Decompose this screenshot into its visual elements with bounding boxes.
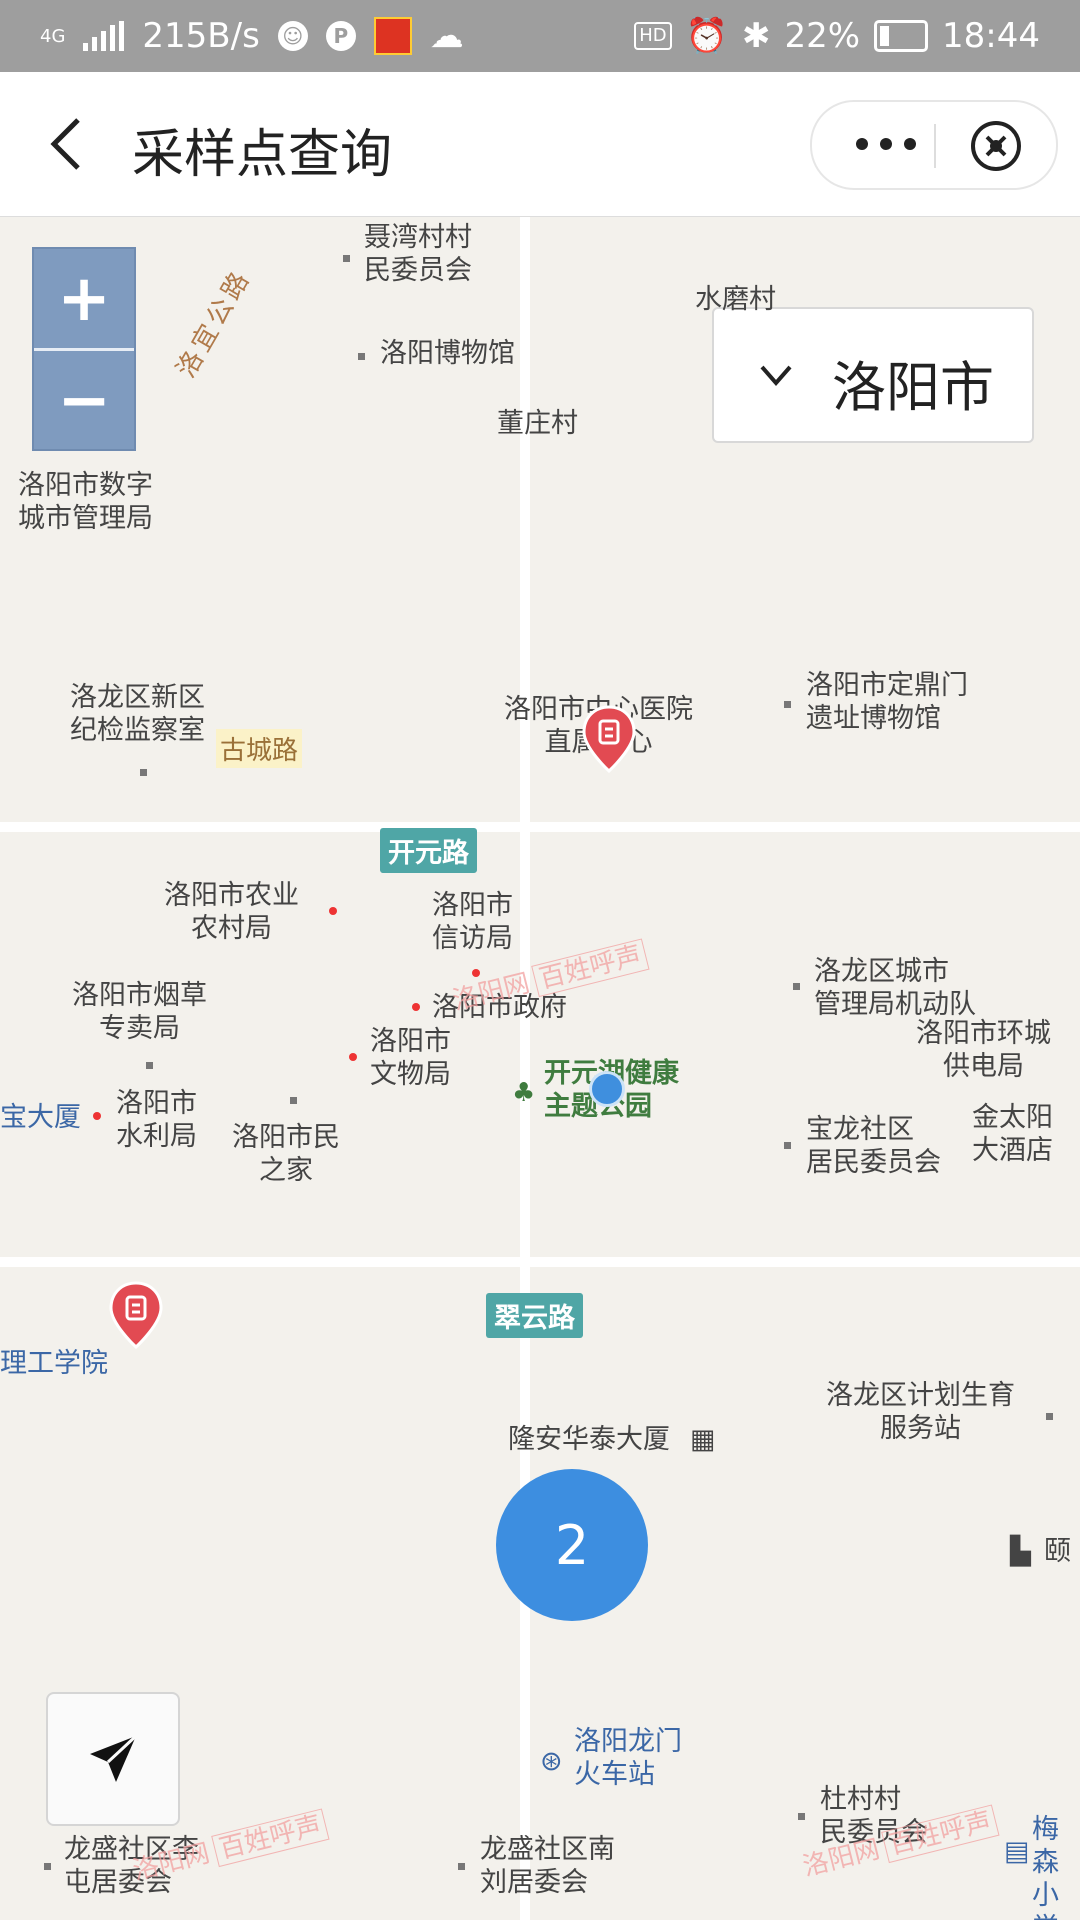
network-speed: 215B/s <box>142 16 260 56</box>
poi-dot <box>290 1097 297 1104</box>
close-button[interactable] <box>968 118 1024 174</box>
road-label: 翠云路 <box>486 1293 583 1338</box>
parking-icon: P <box>325 21 356 51</box>
poi-label: 颐 <box>1044 1536 1071 1567</box>
poi-dot <box>44 1863 51 1870</box>
poi-dot <box>93 1112 101 1120</box>
mini-program-capsule <box>810 100 1058 190</box>
chevron-left-icon <box>50 118 80 170</box>
park-icon: ♣ <box>512 1078 536 1108</box>
nav-bar: 采样点查询 <box>0 72 1080 217</box>
page-title: 采样点查询 <box>132 125 393 185</box>
poi-dot <box>140 769 147 776</box>
city-dropdown[interactable]: 洛阳市 <box>712 307 1034 443</box>
poi-dot <box>784 1142 791 1149</box>
capsule-divider <box>934 124 936 168</box>
train-station-icon: ⊛ <box>540 1746 563 1777</box>
poi-label: 洛龙区新区 纪检监察室 <box>70 682 205 746</box>
poi-dot <box>458 1863 465 1870</box>
poi-label: 洛龙区计划生育 服务站 <box>826 1380 1015 1444</box>
poi-label: 金太阳 大酒店 <box>972 1102 1053 1166</box>
navigation-arrow-icon <box>90 1734 138 1782</box>
map-road <box>520 217 530 1920</box>
poi-label: 董庄村 <box>497 408 578 439</box>
poi-label: 洛阳市 文物局 <box>370 1026 451 1090</box>
app-notification-icon <box>373 17 412 55</box>
city-label: 洛阳市 <box>832 356 994 419</box>
poi-dot <box>412 1003 420 1011</box>
poi-label: 洛龙区城市 管理局机动队 <box>814 956 976 1020</box>
chat-bubble-icon: ☺ <box>277 21 308 51</box>
battery-percent: 22% <box>784 16 861 56</box>
building-icon: ▙ <box>1010 1536 1031 1567</box>
battery-icon <box>874 20 929 52</box>
poi-label: 龙盛社区南 刘居委会 <box>480 1834 615 1898</box>
more-button[interactable] <box>846 124 926 164</box>
sampling-point-marker[interactable] <box>581 705 637 775</box>
poi-label: 宝龙社区 居民委员会 <box>806 1114 941 1178</box>
poi-label: 洛阳市农业 农村局 <box>164 880 299 944</box>
sampling-point-marker[interactable] <box>108 1281 164 1351</box>
bluetooth-icon: ✱ <box>741 16 771 56</box>
poi-label: 洛阳博物馆 <box>380 338 515 369</box>
poi-label: 洛阳市民 之家 <box>232 1122 340 1186</box>
map-road <box>0 1257 1080 1267</box>
poi-label: 水磨村 <box>695 284 776 315</box>
poi-dot <box>793 983 800 990</box>
alarm-icon: ⏰ <box>685 16 728 56</box>
zoom-out-button[interactable]: − <box>34 348 134 450</box>
network-label: 4G <box>40 25 66 47</box>
poi-dot <box>343 255 350 262</box>
poi-label: 理工学院 <box>0 1348 108 1379</box>
poi-label: 洛阳市 信访局 <box>432 890 513 954</box>
poi-label: 洛阳市环城 供电局 <box>916 1018 1051 1082</box>
building-icon: ▦ <box>690 1424 716 1455</box>
current-location-dot <box>589 1071 625 1107</box>
poi-dot <box>349 1053 357 1061</box>
more-dots-icon <box>856 138 916 150</box>
close-circle-icon <box>971 121 1021 171</box>
poi-label: 洛阳市定鼎门 遗址博物馆 <box>806 670 968 734</box>
zoom-control: + − <box>32 247 136 451</box>
map-road <box>0 822 1080 832</box>
poi-label: 洛阳市 水利局 <box>116 1088 197 1152</box>
hd-icon: HD <box>634 22 672 50</box>
poi-dot <box>1046 1413 1053 1420</box>
back-button[interactable] <box>40 110 100 178</box>
school-icon: ▤ <box>1004 1836 1030 1867</box>
clock: 18:44 <box>942 16 1040 56</box>
locate-button[interactable] <box>46 1692 180 1826</box>
poi-label: 隆安华泰大厦 <box>508 1424 670 1455</box>
poi-dot <box>358 353 365 360</box>
poi-label: 洛阳市数字 城市管理局 <box>18 470 153 534</box>
road-label: 洛宜公路 <box>171 264 258 383</box>
zoom-in-button[interactable]: + <box>34 249 134 348</box>
signal-icon <box>83 21 125 51</box>
map-view[interactable]: + − 洛阳市 聂湾村村 民委员会 水磨村 洛阳博物馆 董庄村 洛阳市数字 城市… <box>0 217 1080 1920</box>
cloud-icon: ☁ <box>429 16 464 56</box>
poi-dot <box>329 907 337 915</box>
poi-dot <box>784 701 791 708</box>
marker-cluster[interactable]: 2 <box>496 1469 648 1621</box>
poi-dot <box>146 1062 153 1069</box>
poi-label: 洛阳龙门 火车站 <box>574 1726 682 1790</box>
poi-label: 洛阳市烟草 专卖局 <box>72 980 207 1044</box>
poi-label: 梅森 小学 <box>1032 1814 1059 1920</box>
poi-dot <box>798 1813 805 1820</box>
chevron-down-icon <box>760 365 792 387</box>
poi-label: 聂湾村村 民委员会 <box>364 222 472 286</box>
road-label: 古城路 <box>216 729 303 768</box>
road-label: 开元路 <box>380 828 477 873</box>
poi-label: 宝大厦 <box>0 1102 81 1133</box>
status-bar: 4G 215B/s ☺ P ☁ HD ⏰ ✱ 22% 18:44 <box>0 0 1080 72</box>
